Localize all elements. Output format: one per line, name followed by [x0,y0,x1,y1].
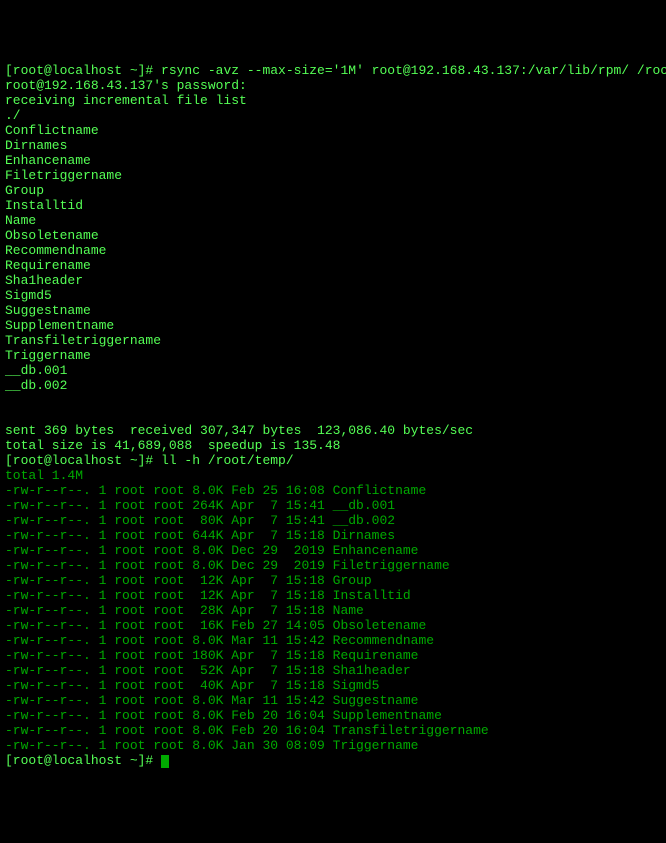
cmd-rsync: rsync -avz --max-size='1M' root@192.168.… [161,63,666,78]
rsync-file: Triggername [5,348,91,363]
ll-row: -rw-r--r--. 1 root root 80K Apr 7 15:41 … [5,513,395,528]
rsync-file: Supplementname [5,318,114,333]
ll-row: -rw-r--r--. 1 root root 40K Apr 7 15:18 … [5,678,379,693]
rsync-file: Obsoletename [5,228,99,243]
ll-row: -rw-r--r--. 1 root root 12K Apr 7 15:18 … [5,573,372,588]
ll-listing: -rw-r--r--. 1 root root 8.0K Feb 25 16:0… [5,483,661,753]
ll-row: -rw-r--r--. 1 root root 8.0K Dec 29 2019… [5,543,418,558]
prompt-1: [root@localhost ~]# [5,63,161,78]
ll-row: -rw-r--r--. 1 root root 8.0K Feb 20 16:0… [5,723,489,738]
rsync-file: Sigmd5 [5,288,52,303]
cursor [161,755,169,768]
rsync-file: Conflictname [5,123,99,138]
rsync-file: Enhancename [5,153,91,168]
rsync-file: Name [5,213,36,228]
ll-row: -rw-r--r--. 1 root root 264K Apr 7 15:41… [5,498,395,513]
rsync-file: Recommendname [5,243,106,258]
ll-row: -rw-r--r--. 1 root root 644K Apr 7 15:18… [5,528,395,543]
terminal[interactable]: [root@localhost ~]# rsync -avz --max-siz… [5,63,661,768]
ll-row: -rw-r--r--. 1 root root 28K Apr 7 15:18 … [5,603,364,618]
prompt-2: [root@localhost ~]# [5,453,161,468]
blank-1 [5,408,13,423]
ll-row: -rw-r--r--. 1 root root 52K Apr 7 15:18 … [5,663,411,678]
stats-sent: sent 369 bytes received 307,347 bytes 12… [5,423,473,438]
ll-row: -rw-r--r--. 1 root root 180K Apr 7 15:18… [5,648,418,663]
ll-row: -rw-r--r--. 1 root root 8.0K Dec 29 2019… [5,558,450,573]
ll-row: -rw-r--r--. 1 root root 8.0K Jan 30 08:0… [5,738,418,753]
stats-total: total size is 41,689,088 speedup is 135.… [5,438,340,453]
ll-row: -rw-r--r--. 1 root root 8.0K Mar 11 15:4… [5,633,434,648]
dot-slash: ./ [5,108,21,123]
rsync-file: __db.002 [5,378,67,393]
rsync-file: Filetriggername [5,168,122,183]
ll-row: -rw-r--r--. 1 root root 16K Feb 27 14:05… [5,618,426,633]
rsync-file: Installtid [5,198,83,213]
ll-row: -rw-r--r--. 1 root root 8.0K Mar 11 15:4… [5,693,418,708]
prompt-3: [root@localhost ~]# [5,753,161,768]
password-prompt: root@192.168.43.137's password: [5,78,247,93]
rsync-file: __db.001 [5,363,67,378]
recv-header: receiving incremental file list [5,93,247,108]
ll-row: -rw-r--r--. 1 root root 8.0K Feb 20 16:0… [5,708,442,723]
rsync-file: Requirename [5,258,91,273]
ll-total: total 1.4M [5,468,83,483]
rsync-file: Transfiletriggername [5,333,161,348]
ll-row: -rw-r--r--. 1 root root 8.0K Feb 25 16:0… [5,483,426,498]
cmd-ll: ll -h /root/temp/ [161,453,294,468]
rsync-file: Sha1header [5,273,83,288]
ll-row: -rw-r--r--. 1 root root 12K Apr 7 15:18 … [5,588,411,603]
rsync-file: Group [5,183,44,198]
rsync-file: Suggestname [5,303,91,318]
rsync-file-list: Conflictname Dirnames Enhancename Filetr… [5,123,661,393]
rsync-file: Dirnames [5,138,67,153]
